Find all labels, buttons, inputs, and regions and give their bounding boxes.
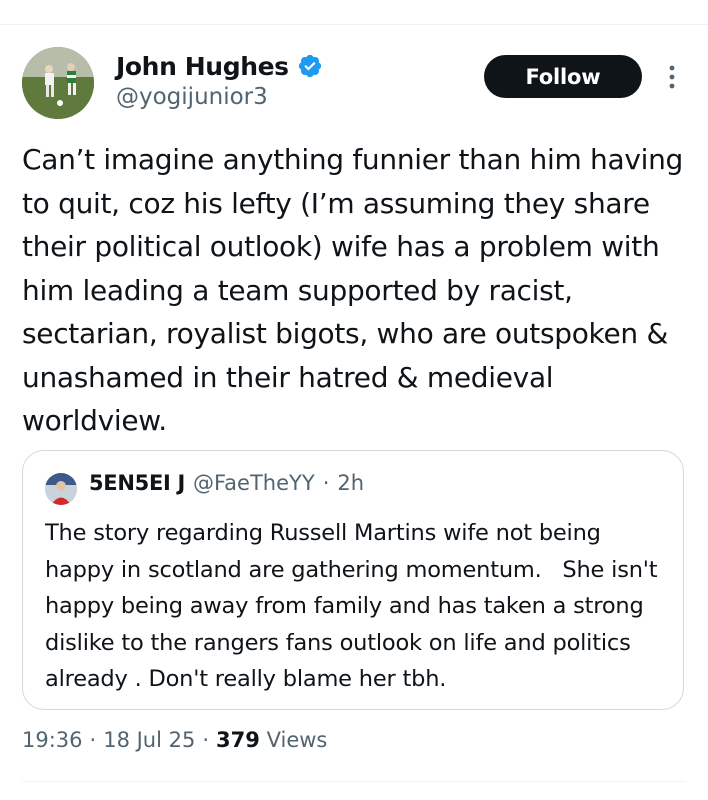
views-count: 379 <box>216 728 260 752</box>
views-label: Views <box>266 728 328 752</box>
quoted-tweet[interactable]: 5EN5EI J @FaeTheYY · 2h The story regard… <box>22 450 684 710</box>
views-stat[interactable]: 379 Views <box>216 728 327 752</box>
meta-separator: · <box>89 728 97 752</box>
more-options-icon[interactable] <box>663 62 681 92</box>
post-date[interactable]: 18 Jul 25 <box>103 728 195 752</box>
bottom-divider <box>22 781 686 782</box>
author-name-row: John Hughes <box>116 48 323 84</box>
author-handle[interactable]: @yogijunior3 <box>116 84 268 110</box>
verified-badge-icon[interactable] <box>297 53 323 79</box>
quoted-separator: · <box>322 471 330 495</box>
tweet-text: Can’t imagine anything funnier than him … <box>22 143 692 437</box>
post-time[interactable]: 19:36 <box>22 728 83 752</box>
tweet-meta: 19:36 · 18 Jul 25 · 379 Views <box>22 728 327 752</box>
follow-button[interactable]: Follow <box>484 55 642 98</box>
avatar-photo <box>22 47 94 119</box>
quoted-tweet-header: 5EN5EI J @FaeTheYY · 2h <box>89 471 364 495</box>
quoted-handle: @FaeTheYY <box>193 471 315 495</box>
author-display-name[interactable]: John Hughes <box>116 52 289 81</box>
quoted-author-avatar[interactable] <box>45 473 77 505</box>
quoted-tweet-text: The story regarding Russell Martins wife… <box>45 520 665 692</box>
top-divider <box>0 24 708 25</box>
author-avatar[interactable] <box>22 47 94 119</box>
quoted-avatar-photo <box>45 473 77 505</box>
quoted-display-name: 5EN5EI J <box>89 471 186 495</box>
quoted-timestamp: 2h <box>337 471 365 495</box>
meta-separator: · <box>202 728 210 752</box>
